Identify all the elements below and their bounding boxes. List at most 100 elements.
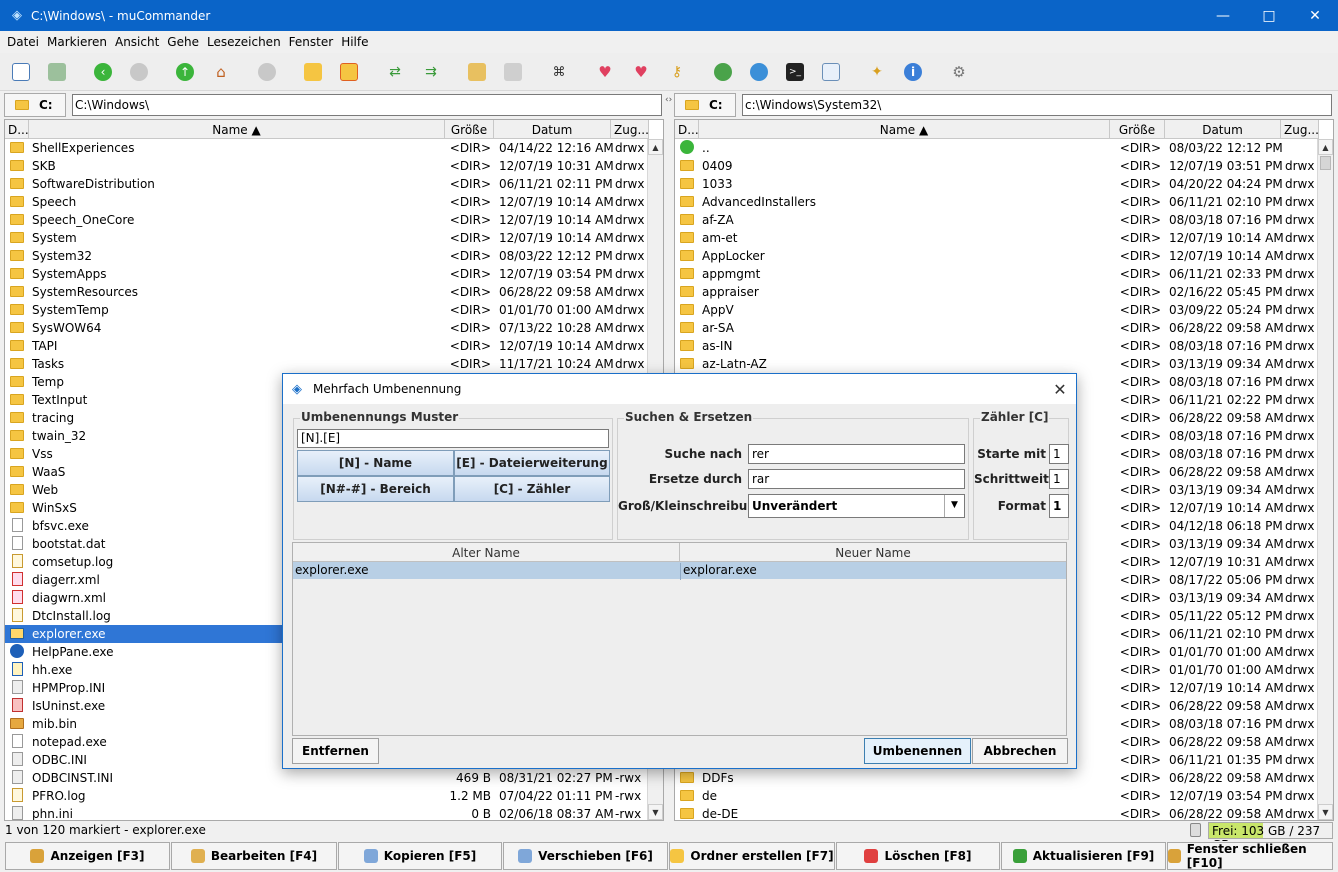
insert-counter-button[interactable]: [C] - Zähler (454, 476, 610, 502)
file-row[interactable]: SoftwareDistribution <DIR> 06/11/21 02:11 … (5, 175, 647, 193)
col-header-extension[interactable]: D... (5, 120, 29, 139)
globe-icon[interactable] (750, 63, 768, 81)
menu-gehe[interactable]: Gehe (163, 35, 203, 49)
sync-panels-icon[interactable]: ⇉ (422, 63, 440, 81)
col-header-extension[interactable]: D... (675, 120, 699, 139)
maximize-icon[interactable]: □ (1246, 0, 1292, 31)
file-row[interactable]: af-ZA <DIR> 08/03/18 07:16 PM drwx (675, 211, 1317, 229)
menu-fenster[interactable]: Fenster (285, 35, 338, 49)
file-row[interactable]: 0409 <DIR> 12/07/19 03:51 PM drwx (675, 157, 1317, 175)
file-row[interactable]: phn.ini 0 B 02/06/18 08:37 AM -rwx (5, 805, 647, 820)
file-row[interactable]: ar-SA <DIR> 06/28/22 09:58 AM drwx (675, 319, 1317, 337)
col-header-date[interactable]: Datum (494, 120, 611, 139)
file-row[interactable]: AppLocker <DIR> 12/07/19 10:14 AM drwx (675, 247, 1317, 265)
settings-gear-icon[interactable]: ⚙ (950, 63, 968, 81)
forward-icon[interactable] (130, 63, 148, 81)
scroll-up-icon[interactable]: ▲ (648, 139, 663, 155)
file-row[interactable]: SystemApps <DIR> 12/07/19 03:54 PM drwx (5, 265, 647, 283)
format-select[interactable]: 1 (1049, 494, 1069, 518)
menu-hilfe[interactable]: Hilfe (337, 35, 372, 49)
new-tab-icon[interactable] (48, 63, 66, 81)
col-header-new-name[interactable]: Neuer Name (680, 543, 1066, 562)
bookmarks-icon[interactable]: ♥ (632, 63, 650, 81)
key-icon[interactable]: ⚷ (668, 63, 686, 81)
col-header-size[interactable]: Größe (445, 120, 494, 139)
file-row[interactable]: as-IN <DIR> 08/03/18 07:16 PM drwx (675, 337, 1317, 355)
scroll-down-icon[interactable]: ▼ (1318, 804, 1333, 820)
binoculars-icon[interactable]: ⌘ (550, 63, 568, 81)
scroll-down-icon[interactable]: ▼ (648, 804, 663, 820)
col-header-name[interactable]: Name ▲ (699, 120, 1110, 139)
function-key-button[interactable]: Löschen [F8] (836, 842, 1000, 870)
step-input[interactable]: 1 (1049, 469, 1069, 489)
trash-icon[interactable] (1190, 823, 1201, 837)
right-scrollbar[interactable]: ▲ ▼ (1317, 139, 1333, 820)
function-key-button[interactable]: Anzeigen [F3] (5, 842, 170, 870)
file-row[interactable]: am-et <DIR> 12/07/19 10:14 AM drwx (675, 229, 1317, 247)
file-row[interactable]: Speech <DIR> 12/07/19 10:14 AM drwx (5, 193, 647, 211)
col-header-date[interactable]: Datum (1165, 120, 1281, 139)
connect-server-icon[interactable] (714, 63, 732, 81)
insert-name-button[interactable]: [N] - Name (297, 450, 454, 476)
cancel-button[interactable]: Abbrechen (972, 738, 1068, 764)
email-icon[interactable] (822, 63, 840, 81)
file-row[interactable]: 1033 <DIR> 04/20/22 04:24 PM drwx (675, 175, 1317, 193)
file-row[interactable]: SKB <DIR> 12/07/19 10:31 AM drwx (5, 157, 647, 175)
new-window-icon[interactable] (12, 63, 30, 81)
chevron-down-icon[interactable]: ▼ (944, 495, 964, 517)
add-bookmark-icon[interactable]: ♥ (596, 63, 614, 81)
dialog-close-icon[interactable]: ✕ (1044, 380, 1076, 399)
function-key-button[interactable]: Kopieren [F5] (338, 842, 502, 870)
file-row[interactable]: SystemResources <DIR> 06/28/22 09:58 AM drw… (5, 283, 647, 301)
remove-button[interactable]: Entfernen (292, 738, 379, 764)
scroll-up-icon[interactable]: ▲ (1318, 139, 1333, 155)
case-select[interactable]: Unverändert ▼ (748, 494, 965, 518)
col-header-permissions[interactable]: Zug... (611, 120, 649, 139)
function-key-button[interactable]: Fenster schließen [F10] (1167, 842, 1333, 870)
file-row[interactable]: de <DIR> 12/07/19 03:54 PM drwx (675, 787, 1317, 805)
function-key-button[interactable]: Aktualisieren [F9] (1001, 842, 1166, 870)
rename-pattern-input[interactable]: [N].[E] (297, 429, 609, 448)
function-key-button[interactable]: Verschieben [F6] (503, 842, 668, 870)
menu-datei[interactable]: Datei (3, 35, 43, 49)
file-row[interactable]: appraiser <DIR> 02/16/22 05:45 PM drwx (675, 283, 1317, 301)
col-header-size[interactable]: Größe (1110, 120, 1165, 139)
file-row[interactable]: System32 <DIR> 08/03/22 12:12 PM drwx (5, 247, 647, 265)
col-header-name[interactable]: Name ▲ (29, 120, 445, 139)
table-row[interactable]: explorer.exe explorar.exe (293, 562, 1066, 580)
terminal-icon[interactable]: >_ (786, 63, 804, 81)
info-icon[interactable]: i (904, 63, 922, 81)
parent-folder-icon[interactable]: ↑ (176, 63, 194, 81)
file-row[interactable]: System <DIR> 12/07/19 10:14 AM drwx (5, 229, 647, 247)
file-row[interactable]: DDFs <DIR> 06/28/22 09:58 AM drwx (675, 769, 1317, 787)
search-input[interactable]: rer (748, 444, 965, 464)
close-icon[interactable]: ✕ (1292, 0, 1338, 31)
back-icon[interactable]: ‹ (94, 63, 112, 81)
function-key-button[interactable]: Bearbeiten [F4] (171, 842, 337, 870)
file-row[interactable]: Speech_OneCore <DIR> 12/07/19 10:14 AM drwx (5, 211, 647, 229)
file-row[interactable]: PFRO.log 1.2 MB 07/04/22 01:11 PM -rwx (5, 787, 647, 805)
menu-lesezeichen[interactable]: Lesezeichen (203, 35, 285, 49)
function-key-button[interactable]: Ordner erstellen [F7] (669, 842, 835, 870)
scroll-thumb[interactable] (1320, 156, 1331, 170)
right-path-input[interactable]: c:\Windows\System32\ (742, 94, 1332, 116)
file-row[interactable]: ODBCINST.INI 469 B 08/31/21 02:27 PM -rwx (5, 769, 647, 787)
left-path-input[interactable]: C:\Windows\ (72, 94, 662, 116)
right-drive-button[interactable]: C: (674, 93, 736, 117)
menu-markieren[interactable]: Markieren (43, 35, 111, 49)
file-row[interactable]: TAPI <DIR> 12/07/19 10:14 AM drwx (5, 337, 647, 355)
insert-extension-button[interactable]: [E] - Dateierweiterung (454, 450, 610, 476)
minimize-icon[interactable]: — (1200, 0, 1246, 31)
unpack-icon[interactable] (504, 63, 522, 81)
file-row[interactable]: ShellExperiences <DIR> 04/14/22 12:16 AM dr… (5, 139, 647, 157)
insert-range-button[interactable]: [N#-#] - Bereich (297, 476, 454, 502)
mark-folder-icon[interactable] (304, 63, 322, 81)
file-row[interactable]: SysWOW64 <DIR> 07/13/22 10:28 AM drwx (5, 319, 647, 337)
left-drive-button[interactable]: C: (4, 93, 66, 117)
file-row[interactable]: az-Latn-AZ <DIR> 03/13/19 09:34 AM drwx (675, 355, 1317, 373)
col-header-permissions[interactable]: Zug... (1281, 120, 1319, 139)
start-input[interactable]: 1 (1049, 444, 1069, 464)
file-row[interactable]: appmgmt <DIR> 06/11/21 02:33 PM drwx (675, 265, 1317, 283)
replace-input[interactable]: rar (748, 469, 965, 489)
magic-wand-icon[interactable]: ✦ (868, 63, 886, 81)
